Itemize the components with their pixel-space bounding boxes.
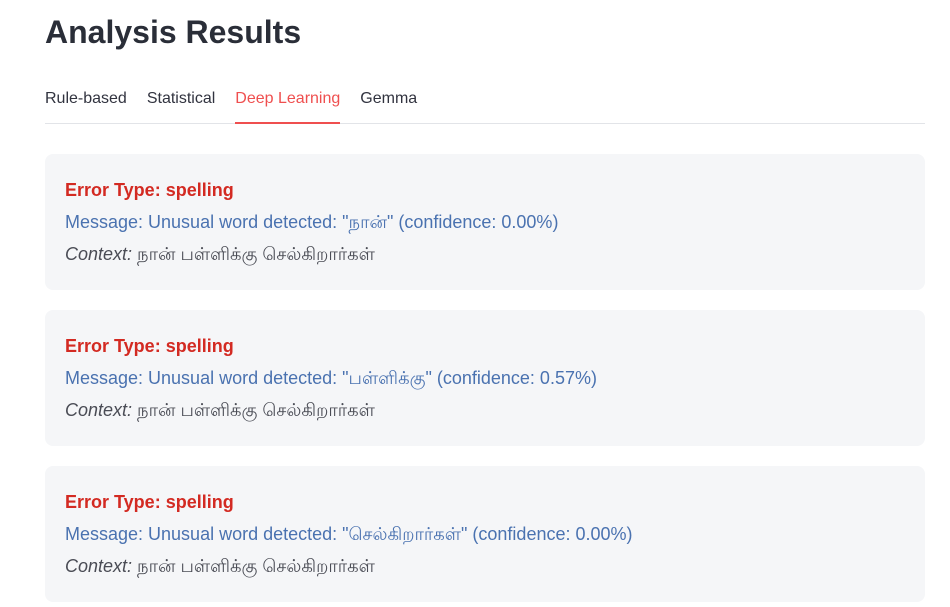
result-tabs: Rule-based Statistical Deep Learning Gem… — [45, 84, 925, 124]
context-label: Context: — [65, 400, 133, 420]
error-type-label: Error Type: spelling — [65, 492, 234, 512]
result-card: Error Type: spelling Message: Unusual wo… — [45, 310, 925, 446]
tab-deep-learning[interactable]: Deep Learning — [235, 84, 341, 124]
tab-statistical[interactable]: Statistical — [147, 84, 215, 123]
error-context: Context: நான் பள்ளிக்கு செல்கிறார்கள் — [65, 554, 905, 578]
error-message: Message: Unusual word detected: "பள்ளிக்… — [65, 368, 597, 388]
error-context: Context: நான் பள்ளிக்கு செல்கிறார்கள் — [65, 242, 905, 266]
analysis-results-page: Analysis Results Rule-based Statistical … — [0, 0, 950, 607]
tab-rule-based[interactable]: Rule-based — [45, 84, 127, 123]
result-card: Error Type: spelling Message: Unusual wo… — [45, 154, 925, 290]
results-list: Error Type: spelling Message: Unusual wo… — [45, 154, 925, 602]
error-message: Message: Unusual word detected: "செல்கிற… — [65, 524, 633, 544]
error-type-label: Error Type: spelling — [65, 336, 234, 356]
result-card: Error Type: spelling Message: Unusual wo… — [45, 466, 925, 602]
context-label: Context: — [65, 556, 133, 576]
context-text: நான் பள்ளிக்கு செல்கிறார்கள் — [132, 400, 375, 420]
context-text: நான் பள்ளிக்கு செல்கிறார்கள் — [132, 244, 375, 264]
page-title: Analysis Results — [45, 14, 302, 50]
context-label: Context: — [65, 244, 133, 264]
context-text: நான் பள்ளிக்கு செல்கிறார்கள் — [132, 556, 375, 576]
error-type-label: Error Type: spelling — [65, 180, 234, 200]
error-message: Message: Unusual word detected: "நான்" (… — [65, 212, 559, 232]
error-context: Context: நான் பள்ளிக்கு செல்கிறார்கள் — [65, 398, 905, 422]
tab-gemma[interactable]: Gemma — [360, 84, 417, 123]
